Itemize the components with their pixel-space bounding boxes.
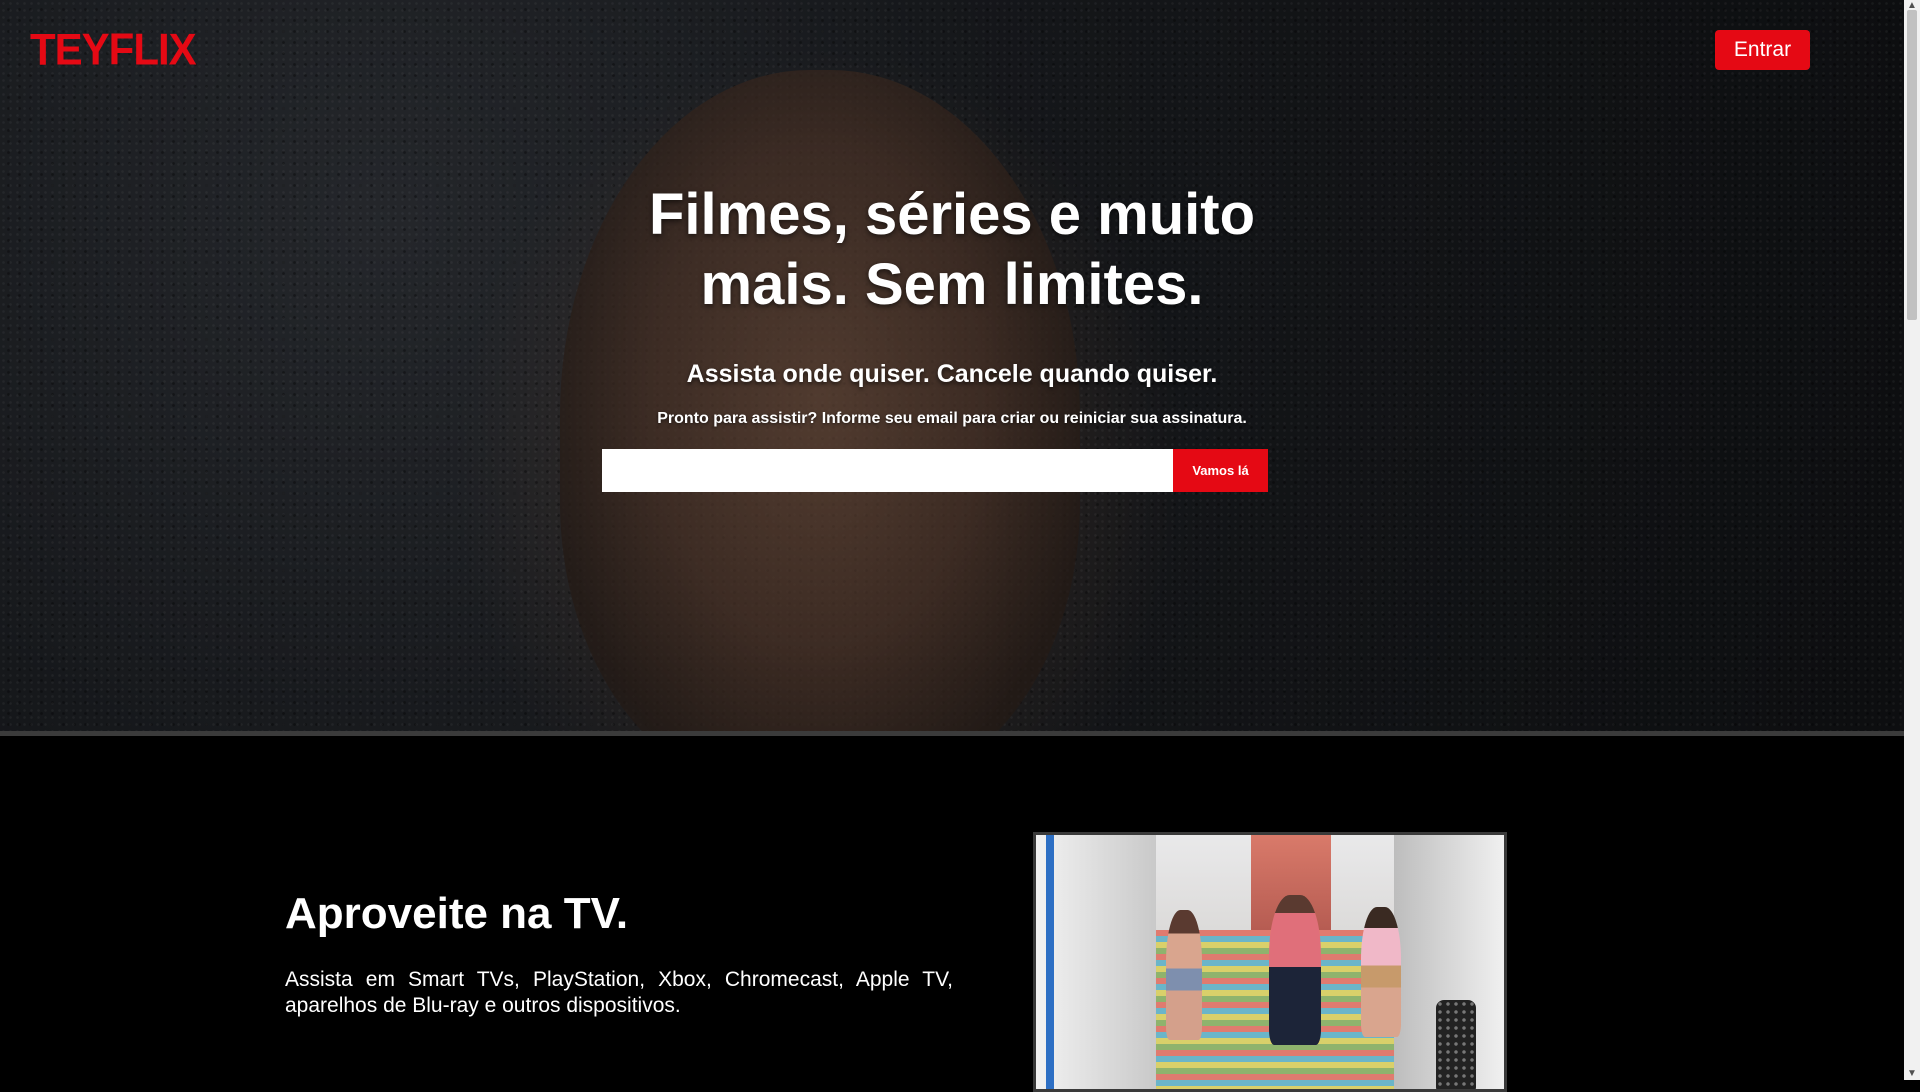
tv-section-description: Assista em Smart TVs, PlayStation, Xbox,… (285, 968, 953, 1017)
hero-section: TEYFLIX Entrar Filmes, séries e muito ma… (0, 0, 1904, 731)
hero-content: Filmes, séries e muito mais. Sem limites… (570, 180, 1334, 429)
hero-title: Filmes, séries e muito mais. Sem limites… (648, 182, 1256, 317)
tv-feature-section: Aproveite na TV. Assista em Smart TVs, P… (0, 736, 1904, 1092)
email-input[interactable] (602, 449, 1173, 492)
scene-pole (1046, 835, 1054, 1089)
scene-person-left (1166, 910, 1202, 1040)
chevron-down-icon[interactable]: ▼ (1904, 1068, 1920, 1080)
hero-subtitle: Assista onde quiser. Cancele quando quis… (686, 360, 1218, 388)
hero-cta-text: Pronto para assistir? Informe seu email … (657, 410, 1247, 427)
get-started-button[interactable]: Vamos lá (1173, 449, 1268, 492)
scrollbar-thumb[interactable] (1907, 10, 1917, 320)
tv-screen-scene (1036, 835, 1504, 1089)
scene-person-right (1361, 907, 1401, 1037)
signin-button[interactable]: Entrar (1715, 30, 1810, 70)
logo[interactable]: TEYFLIX (30, 25, 197, 75)
tv-image (1033, 832, 1507, 1092)
remote-control-icon (1436, 1000, 1476, 1089)
tv-section-title: Aproveite na TV. (285, 889, 629, 938)
vertical-scrollbar[interactable]: ▲ ▼ (1904, 0, 1920, 1080)
email-signup-form: Vamos lá (602, 449, 1268, 492)
scene-wall-left (1036, 835, 1156, 1089)
scene-person-center (1269, 895, 1321, 1045)
